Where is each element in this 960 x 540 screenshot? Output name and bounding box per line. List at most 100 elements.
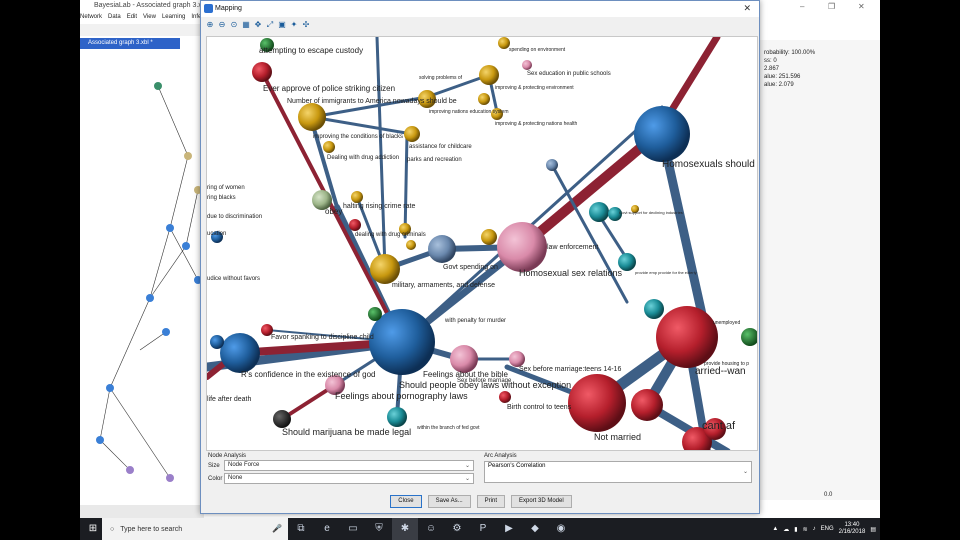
graph-label: assistance for childcare: [409, 144, 472, 150]
graph-label: parks and recreation: [407, 157, 462, 163]
clock[interactable]: 13:40 2/16/2018: [839, 522, 866, 536]
color-label: Color: [208, 475, 223, 482]
graph-label: with penalty for murder: [444, 318, 506, 324]
right-letterbox: [880, 0, 960, 540]
volume-icon[interactable]: ♪: [813, 526, 816, 532]
graph-label: udice without favors: [207, 276, 260, 282]
graph-label: ucation: [207, 231, 226, 237]
powerpoint-icon[interactable]: P: [470, 518, 496, 540]
search-placeholder: Type here to search: [120, 525, 183, 533]
background-graph-canvas[interactable]: [80, 50, 204, 490]
right-window-controls: – ❐ ✕: [760, 0, 880, 13]
menu-network[interactable]: Network: [80, 14, 102, 24]
video-icon[interactable]: ▶: [496, 518, 522, 540]
action-center-icon[interactable]: ▤: [870, 526, 876, 533]
mapping-dialog: Mapping ✕ ⊕ ⊖ ⊙ ▦ ✥ ⤢ ▣ ✦ ✣ attempting t…: [200, 0, 760, 514]
size-select[interactable]: Node Force ⌄: [224, 460, 474, 471]
dialog-title: Mapping: [215, 5, 242, 12]
minimize-icon[interactable]: –: [800, 2, 804, 11]
analysis-panels: Node Analysis Size Node Force ⌄ Color No…: [206, 452, 758, 492]
system-tray: ▲ ☁ ▮ ≋ ♪ ENG 13:40 2/16/2018 ▤: [772, 522, 880, 536]
onedrive-icon[interactable]: ☁: [783, 526, 789, 533]
grid-icon[interactable]: ▦: [241, 20, 251, 30]
graph-label: cant af: [702, 420, 736, 432]
chevron-down-icon: ⌄: [742, 469, 748, 475]
color-select[interactable]: None ⌄: [224, 473, 474, 484]
battery-icon[interactable]: ▮: [794, 526, 797, 533]
color-select-value: None: [228, 475, 243, 481]
graph-tab[interactable]: Associated graph 3.xbl *: [80, 38, 180, 49]
graph-label: Favor spanking to discipline child: [271, 334, 374, 341]
notification-icon[interactable]: ▲: [772, 526, 778, 532]
zoom-fit-icon[interactable]: ⊙: [229, 20, 239, 30]
close-button[interactable]: Close: [390, 495, 422, 508]
menu-learning[interactable]: Learning: [162, 14, 185, 24]
maximize-icon[interactable]: ❐: [828, 2, 835, 11]
graph-label: within the branch of fed govt: [417, 425, 480, 431]
background-graph: [96, 82, 202, 482]
move-icon[interactable]: ✥: [253, 20, 263, 30]
panda-icon[interactable]: ☺: [418, 518, 444, 540]
menu-edit[interactable]: Edit: [127, 14, 137, 24]
layout-icon[interactable]: ▣: [277, 20, 287, 30]
graph-label: ring of women: [207, 185, 245, 191]
wifi-icon[interactable]: ≋: [803, 526, 808, 533]
graph-label: improving & protecting nations health: [495, 121, 577, 127]
expand-icon[interactable]: ⤢: [265, 20, 275, 30]
close-icon[interactable]: ✕: [858, 2, 865, 11]
close-icon[interactable]: ✕: [743, 3, 751, 14]
settings-gear-icon[interactable]: ⚙: [444, 518, 470, 540]
taskbar: ⊞ ○ Type here to search 🎤 ⧉ e ▭ ⛨ ✱ ☺ ⚙ …: [80, 518, 880, 540]
arc-analysis-panel: Arc Analysis Pearson's Correlation ⌄: [482, 452, 758, 492]
graph-label: ring blacks: [207, 195, 236, 201]
graph-label: Sex before marriage:teens 14-16: [519, 366, 621, 373]
zoom-out-icon[interactable]: ⊖: [217, 20, 227, 30]
taskbar-search[interactable]: ○ Type here to search 🎤: [102, 518, 288, 540]
chrome-icon[interactable]: ◉: [548, 518, 574, 540]
monitor-line: alue: 251.596: [764, 74, 801, 80]
task-view-icon[interactable]: ⧉: [288, 518, 314, 540]
security-icon[interactable]: ⛨: [366, 518, 392, 540]
desktop: BayesiaLab - Associated graph 3.xbl Netw…: [80, 0, 880, 518]
graph-label: provide emp provide for the elderly: [635, 270, 697, 275]
graph-label: Sex before marriage: [457, 378, 512, 384]
app-logo-icon: [204, 4, 213, 13]
arc-analysis-select[interactable]: Pearson's Correlation ⌄: [484, 461, 752, 483]
left-letterbox: [0, 0, 80, 540]
graph-label: Should marijuana be made legal: [282, 427, 411, 437]
monitor-line: alue: 2.079: [764, 82, 794, 88]
graph-label: solving problems of: [419, 75, 463, 81]
clock-date: 2/16/2018: [838, 529, 866, 535]
select-icon[interactable]: ✦: [289, 20, 299, 30]
center-icon[interactable]: ✣: [301, 20, 311, 30]
size-select-value: Node Force: [228, 462, 260, 468]
graph-label: Homosexuals should: [662, 159, 755, 170]
graph-label: life after death: [207, 396, 251, 403]
graph-label: Homosexual sex relations: [519, 268, 623, 278]
save-as-button[interactable]: Save As...: [427, 495, 471, 508]
graph-label: provide housing to p: [704, 361, 749, 367]
windows-start-icon[interactable]: ⊞: [84, 518, 102, 540]
graph-label: Dealing with drug addiction: [327, 155, 399, 161]
monitor-line: 2.867: [764, 66, 780, 72]
app-cube-icon[interactable]: ◆: [522, 518, 548, 540]
language-indicator[interactable]: ENG: [821, 526, 834, 532]
microphone-icon[interactable]: 🎤: [272, 524, 282, 533]
zoom-in-icon[interactable]: ⊕: [205, 20, 215, 30]
graph-label: Sex education in public schools: [527, 71, 611, 77]
graph-label: spending on environment: [509, 47, 566, 53]
dialog-titlebar: Mapping ✕: [201, 1, 759, 17]
file-explorer-icon[interactable]: ▭: [340, 518, 366, 540]
edge-browser-icon[interactable]: e: [314, 518, 340, 540]
menu-data[interactable]: Data: [108, 14, 121, 24]
monitor-line: ss: 0: [764, 58, 777, 64]
export-3d-model-button[interactable]: Export 3D Model: [511, 495, 572, 508]
mapping-toolbar: ⊕ ⊖ ⊙ ▦ ✥ ⤢ ▣ ✦ ✣: [201, 17, 759, 33]
graph-label: Govt support for declining industries: [619, 210, 683, 215]
menu-view[interactable]: View: [143, 14, 156, 24]
monitor-panel: robability: 100.00% ss: 0 2.867 alue: 25…: [760, 40, 880, 500]
mapping-viewport[interactable]: attempting to escape custody spending on…: [206, 36, 758, 451]
graph-label: Number of immigrants to America nowadays…: [287, 98, 457, 105]
print-button[interactable]: Print: [476, 495, 505, 508]
bayesialab-taskbar-icon[interactable]: ✱: [392, 518, 418, 540]
